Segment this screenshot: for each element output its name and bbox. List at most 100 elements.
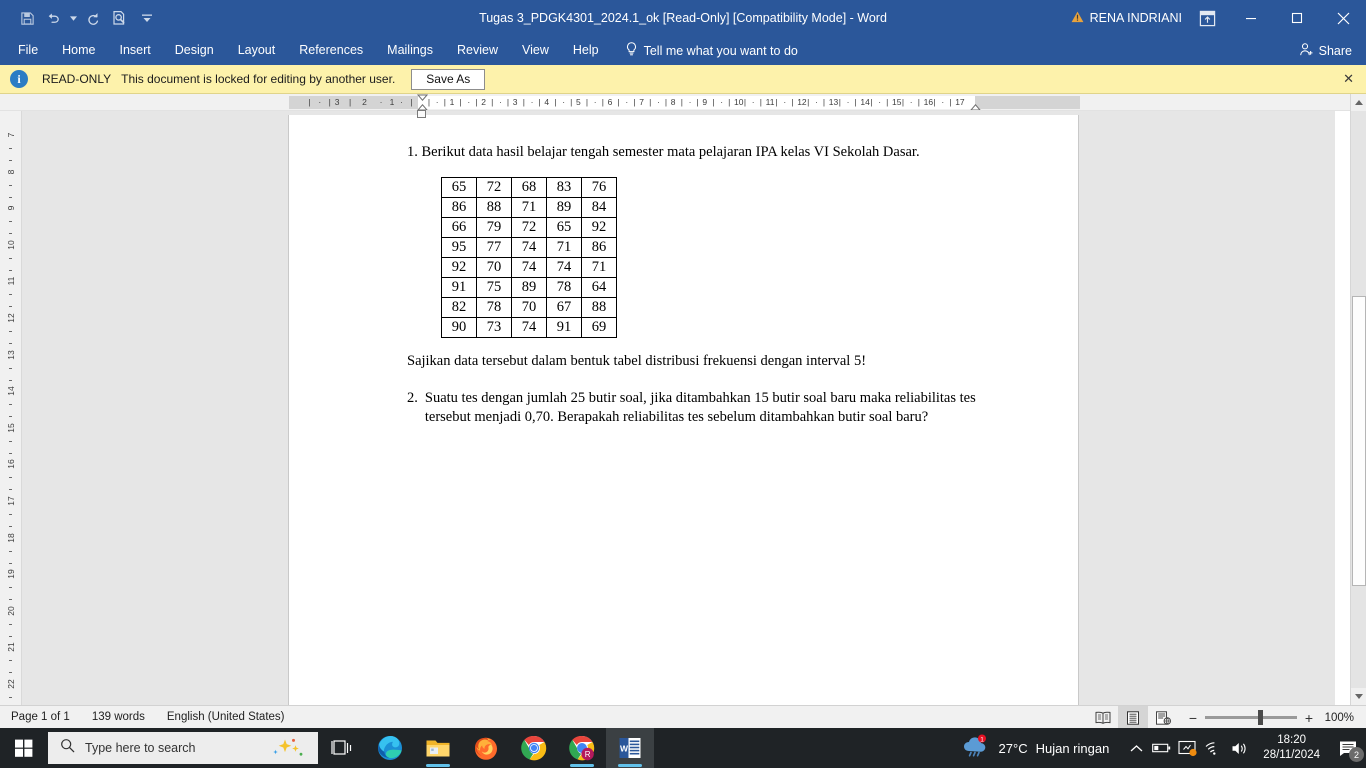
google-chrome-icon[interactable]	[510, 728, 558, 768]
page-indicator[interactable]: Page 1 of 1	[0, 706, 81, 729]
wifi-icon[interactable]	[1201, 728, 1227, 768]
task-view-icon[interactable]	[318, 728, 366, 768]
svg-text:R: R	[585, 750, 591, 759]
battery-icon[interactable]	[1149, 728, 1175, 768]
tab-layout[interactable]: Layout	[226, 36, 288, 65]
print-preview-icon[interactable]	[106, 5, 132, 31]
ruler-tick: |	[633, 97, 636, 107]
vertical-ruler[interactable]: 7 8 9 10 11 12 13 14 15 16 17 18 19 20 21 22	[0, 111, 22, 705]
zoom-level[interactable]: 100%	[1324, 712, 1366, 724]
redo-icon[interactable]	[80, 5, 106, 31]
table-cell: 71	[546, 237, 582, 258]
question-2-text: Suatu tes dengan jumlah 25 butir soal, j…	[424, 390, 976, 426]
document-page[interactable]: 1. Berikut data hasil belajar tengah sem…	[288, 115, 1079, 705]
search-input[interactable]: Type here to search	[48, 732, 318, 764]
vertical-ruler-tick	[9, 294, 12, 296]
ruler-tick: |	[775, 97, 778, 107]
tab-mailings[interactable]: Mailings	[375, 36, 445, 65]
display-settings-icon[interactable]	[1175, 728, 1201, 768]
weather-widget[interactable]: 1 27°C Hujan ringan	[961, 734, 1124, 763]
minimize-button[interactable]	[1228, 0, 1274, 36]
show-hidden-icons-chevron-icon[interactable]	[1123, 728, 1149, 768]
zoom-in-button[interactable]: +	[1304, 710, 1314, 726]
ribbon-display-options-icon[interactable]	[1192, 3, 1222, 33]
table-row: 86 88 71 89 84	[441, 197, 617, 218]
ruler-tick: ·	[593, 97, 597, 107]
tab-references[interactable]: References	[287, 36, 375, 65]
right-indent-marker[interactable]	[970, 94, 981, 110]
table-cell: 67	[546, 297, 582, 318]
print-layout-icon[interactable]	[1118, 706, 1148, 729]
vertical-scrollbar[interactable]	[1350, 94, 1366, 705]
zoom-slider-thumb[interactable]	[1258, 710, 1263, 725]
table-cell: 65	[546, 217, 582, 238]
chrome-beta-icon[interactable]: R	[558, 728, 606, 768]
vertical-ruler-mark-15: 15	[6, 423, 16, 433]
table-cell: 89	[511, 277, 547, 298]
document-canvas[interactable]: 1. Berikut data hasil belajar tengah sem…	[22, 111, 1335, 705]
tab-home[interactable]: Home	[50, 36, 107, 65]
scroll-down-icon[interactable]	[1351, 688, 1366, 705]
close-button[interactable]	[1320, 0, 1366, 36]
first-line-indent-marker[interactable]	[416, 94, 429, 110]
undo-icon[interactable]	[40, 5, 66, 31]
zoom-out-button[interactable]: −	[1188, 710, 1198, 726]
table-cell: 72	[511, 217, 547, 238]
scroll-up-icon[interactable]	[1351, 94, 1366, 111]
web-layout-icon[interactable]	[1148, 706, 1178, 729]
vertical-ruler-tick	[9, 148, 12, 149]
file-explorer-icon[interactable]	[414, 728, 462, 768]
vertical-ruler-mark-22: 22	[6, 679, 16, 689]
tab-design[interactable]: Design	[163, 36, 226, 65]
microsoft-edge-icon[interactable]	[366, 728, 414, 768]
tab-view[interactable]: View	[510, 36, 561, 65]
vertical-ruler-tick	[9, 550, 12, 552]
save-as-button[interactable]: Save As	[411, 68, 486, 90]
clock[interactable]: 18:20 28/11/2024	[1253, 733, 1330, 763]
zoom-slider[interactable]	[1205, 710, 1297, 725]
language-indicator[interactable]: English (United States)	[156, 706, 296, 729]
ruler-mark-6: 6	[607, 97, 613, 107]
tab-review[interactable]: Review	[445, 36, 510, 65]
start-icon[interactable]	[0, 728, 48, 768]
word-count[interactable]: 139 words	[81, 706, 156, 729]
firefox-icon[interactable]	[462, 728, 510, 768]
customize-quick-access-icon[interactable]	[140, 5, 154, 31]
ruler-tick: |	[443, 97, 446, 107]
vertical-ruler-mark-9: 9	[6, 205, 16, 211]
close-notice-icon[interactable]: ✕	[1343, 71, 1354, 87]
vertical-ruler-tick	[9, 221, 12, 223]
share-button[interactable]: Share	[1299, 36, 1352, 65]
read-mode-icon[interactable]	[1088, 706, 1118, 729]
account-indicator[interactable]: RENA INDRIANI	[1061, 11, 1192, 26]
maximize-button[interactable]	[1274, 0, 1320, 36]
left-indent-marker[interactable]	[417, 110, 426, 118]
ruler-mark-5: 5	[576, 97, 581, 107]
action-center-icon[interactable]: 2	[1330, 728, 1366, 768]
ruler-tick: |	[491, 97, 494, 107]
table-cell: 86	[441, 197, 477, 218]
scrollbar-thumb[interactable]	[1352, 296, 1366, 586]
save-icon[interactable]	[14, 5, 40, 31]
copilot-sparkle-icon[interactable]	[268, 738, 306, 763]
ruler-mark-9: 9	[702, 97, 708, 107]
tab-file[interactable]: File	[6, 36, 50, 65]
ruler-mark-2: 2	[481, 97, 486, 107]
microsoft-word-icon[interactable]: W	[606, 728, 654, 768]
tab-insert[interactable]: Insert	[108, 36, 163, 65]
vertical-ruler-mark-20: 20	[6, 606, 16, 616]
horizontal-ruler[interactable]: 3 2 1 | · | | · · | 1 · | | 2 · | | 3 · | | 4 · | | 5 · | | 6 · | | 7 · | | 8 ·…	[0, 94, 1350, 111]
tell-me-search[interactable]: Tell me what you want to do	[611, 41, 798, 60]
scrollbar-track[interactable]	[1351, 111, 1366, 688]
ruler-mark-15: 15	[892, 97, 902, 107]
table-row: 92 70 74 74 71	[441, 257, 617, 278]
table-cell: 88	[581, 297, 617, 318]
zoom-control[interactable]: − +	[1178, 710, 1324, 726]
ruler-tick: |	[933, 97, 936, 107]
ruler-tick: ·	[400, 97, 403, 107]
volume-icon[interactable]	[1227, 728, 1253, 768]
ruler-tick: |	[917, 97, 920, 107]
ruler-tick: ·	[625, 97, 629, 107]
tab-help[interactable]: Help	[561, 36, 611, 65]
undo-dropdown-icon[interactable]	[66, 5, 80, 31]
